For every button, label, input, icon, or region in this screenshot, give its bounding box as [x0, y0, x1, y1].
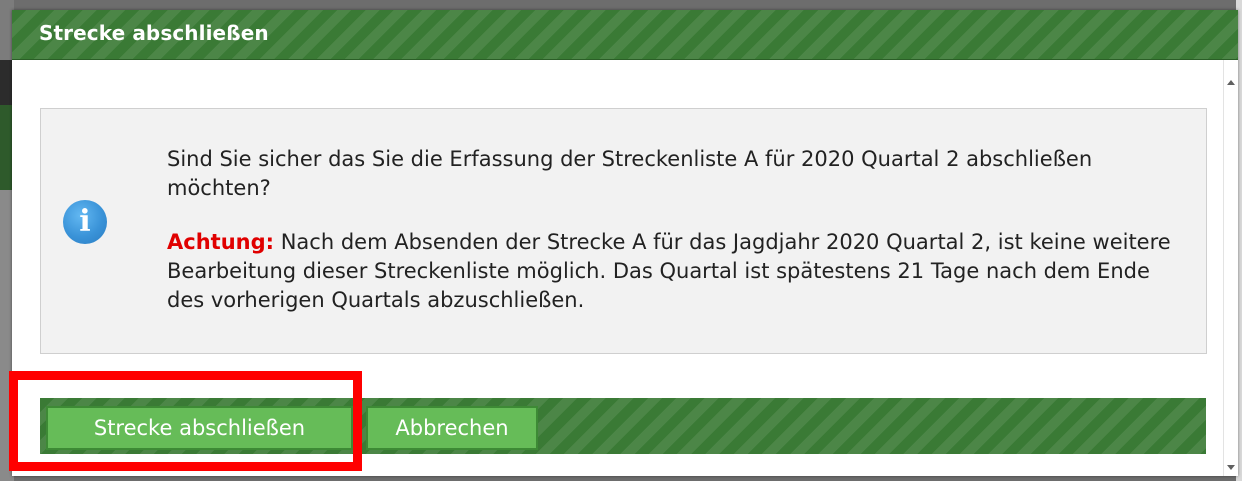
dialog-title: Strecke abschließen [39, 21, 269, 45]
dialog-titlebar: Strecke abschließen [12, 10, 1238, 60]
message-text: Sind Sie sicher das Sie die Erfassung de… [167, 145, 1177, 315]
dialog-scrollbar[interactable] [1223, 60, 1238, 476]
scroll-up-arrow-icon[interactable] [1227, 80, 1235, 85]
info-icon: i [63, 200, 107, 244]
confirmation-question: Sind Sie sicher das Sie die Erfassung de… [167, 147, 1093, 200]
cancel-button[interactable]: Abbrechen [366, 406, 538, 450]
dialog-button-bar: Strecke abschließen Abbrechen [40, 398, 1206, 454]
message-box: i Sind Sie sicher das Sie die Erfassung … [40, 108, 1207, 354]
warning-text: Nach dem Absenden der Strecke A für das … [167, 230, 1171, 312]
confirm-close-button[interactable]: Strecke abschließen [46, 406, 353, 450]
warning-label: Achtung: [167, 230, 275, 254]
confirm-dialog: Strecke abschließen i Sind Sie sicher da… [12, 10, 1238, 476]
scroll-down-arrow-icon[interactable] [1227, 465, 1235, 470]
warning-paragraph: Achtung: Nach dem Absenden der Strecke A… [167, 228, 1177, 315]
